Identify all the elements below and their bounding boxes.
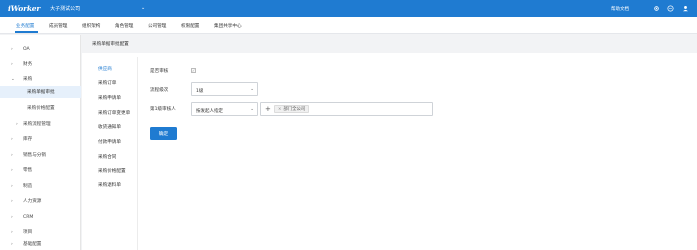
close-icon[interactable]: ×: [278, 106, 281, 111]
sidebar-item-project[interactable]: › 项目: [0, 226, 81, 238]
sidebar-item-purchase-price-config[interactable]: 采购价格配置: [0, 102, 81, 114]
level-select-value: 1级: [196, 88, 204, 94]
company-switcher[interactable]: 大子测试公司: [50, 5, 80, 12]
chevron-down-icon: ⌄: [250, 86, 254, 92]
help-docs-link[interactable]: 帮助文档: [611, 6, 629, 12]
menu-group-shared-center[interactable]: 集团共享中心: [214, 23, 242, 29]
top-bar: iWorker 大子测试公司: [0, 0, 697, 17]
sidebar-item-purchase-flow[interactable]: › 采购流程管理: [0, 118, 81, 130]
menu-permission-config[interactable]: 权限配置: [181, 23, 199, 29]
menu-member-management[interactable]: 成员管理: [49, 23, 67, 29]
subnav-supplier[interactable]: 供应商: [98, 66, 112, 72]
sidebar-item-hr[interactable]: › 人力资源: [0, 195, 81, 207]
need-approval-label: 是否审核: [150, 69, 169, 74]
main-panel: [82, 53, 697, 250]
chevron-right-icon: ›: [11, 46, 13, 52]
sidebar: › OA › 财务 ⌄ 采购 采购单据审批 采购价格配置 › 采购流程管理 › …: [0, 35, 81, 250]
menu-org-structure[interactable]: 组织架构: [82, 23, 100, 29]
main-menu: 业务配置 成员管理 组织架构 角色管理 公司管理 权限配置 集团共享中心: [0, 17, 697, 34]
approver-label: 第1级审核人: [150, 107, 176, 112]
chevron-right-icon: ›: [11, 167, 13, 173]
chevron-right-icon: ›: [11, 214, 13, 220]
sidebar-item-sales[interactable]: › 销售与分销: [0, 149, 81, 161]
sidebar-item-label: 制造: [23, 184, 33, 189]
chevron-right-icon: ›: [11, 152, 13, 158]
level-select[interactable]: 1级 ⌄: [191, 82, 258, 96]
subnav-po-change[interactable]: 采购订单变更单: [98, 110, 130, 116]
sidebar-item-manufacturing[interactable]: › 制造: [0, 180, 81, 192]
chevron-down-icon[interactable]: ⌄: [141, 5, 145, 11]
chevron-right-icon: ›: [16, 121, 18, 127]
subnav-divider: [137, 57, 138, 250]
approver-tag-label: 部门全公司: [283, 106, 306, 112]
approver-type-select[interactable]: 按发起人指定 ⌄: [191, 102, 258, 116]
confirm-button[interactable]: 确定: [150, 127, 177, 140]
menu-role-management[interactable]: 角色管理: [115, 23, 133, 29]
sidebar-item-label: 销售与分销: [23, 153, 46, 158]
sidebar-item-label: 项目: [23, 230, 33, 235]
user-icon[interactable]: [681, 4, 689, 12]
subnav-purchase-price-config[interactable]: 采购价格配置: [98, 168, 126, 174]
level-label: 流程级次: [150, 88, 169, 93]
approver-type-value: 按发起人指定: [196, 108, 223, 114]
chevron-right-icon: ›: [11, 241, 13, 247]
chevron-right-icon: ›: [11, 61, 13, 67]
sidebar-item-label: 零售: [23, 168, 33, 173]
page-tab-strip: 采购单据审批配置: [82, 35, 697, 53]
sidebar-item-label: 基础配置: [23, 242, 42, 247]
app-logo: iWorker: [8, 4, 41, 13]
menu-company-management[interactable]: 公司管理: [148, 23, 166, 29]
active-menu-indicator: [15, 31, 38, 33]
subnav-purchase-order[interactable]: 采购订单: [98, 80, 116, 86]
chevron-right-icon: ›: [11, 198, 13, 204]
sidebar-item-purchase-doc-approval[interactable]: 采购单据审批: [0, 86, 81, 98]
subnav-receipt-notice[interactable]: 收货通知单: [98, 124, 121, 130]
chevron-right-icon: ›: [11, 183, 13, 189]
chevron-right-icon: ›: [11, 229, 13, 235]
chat-icon[interactable]: [666, 4, 674, 12]
subnav-purchase-contract[interactable]: 采购合同: [98, 154, 116, 160]
sidebar-item-label: 财务: [23, 62, 33, 67]
sidebar-item-label: 采购流程管理: [23, 122, 51, 127]
sidebar-item-label: 采购: [23, 77, 33, 82]
sidebar-item-retail[interactable]: › 零售: [0, 164, 81, 176]
sidebar-item-label: OA: [23, 46, 30, 52]
chevron-down-icon: ⌄: [250, 106, 254, 112]
approver-tag[interactable]: × 部门全公司: [274, 104, 310, 113]
subnav-purchase-return[interactable]: 采购退料单: [98, 182, 121, 188]
sidebar-item-inventory[interactable]: › 库存: [0, 133, 81, 145]
sidebar-item-basic-config[interactable]: › 基础配置: [0, 238, 81, 250]
sidebar-item-purchase[interactable]: ⌄ 采购: [0, 73, 81, 85]
subnav-payment-request[interactable]: 付款申请单: [98, 139, 121, 145]
subnav-purchase-request[interactable]: 采购申请单: [98, 95, 121, 101]
page-tab[interactable]: 采购单据审批配置: [92, 41, 129, 47]
sidebar-item-label: 库存: [23, 137, 33, 142]
sidebar-item-oa[interactable]: › OA: [0, 43, 81, 55]
plus-icon[interactable]: +: [265, 105, 271, 113]
sidebar-item-finance[interactable]: › 财务: [0, 58, 81, 70]
sidebar-item-crm[interactable]: › CRM: [0, 211, 81, 223]
sidebar-item-label: 采购价格配置: [27, 106, 55, 111]
chevron-right-icon: ›: [11, 136, 13, 142]
sidebar-item-label: 采购单据审批: [27, 90, 55, 95]
sidebar-item-label: CRM: [23, 214, 34, 220]
need-approval-checkbox[interactable]: ✓: [191, 68, 196, 73]
menu-business-config[interactable]: 业务配置: [16, 23, 34, 29]
gear-icon[interactable]: [652, 4, 660, 12]
sidebar-item-label: 人力资源: [23, 199, 42, 204]
chevron-down-icon: ⌄: [11, 76, 15, 82]
